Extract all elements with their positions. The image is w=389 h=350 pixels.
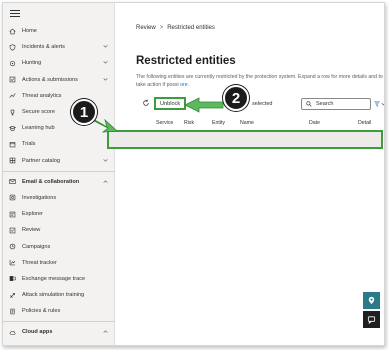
sidebar-item-actions[interactable]: Actions & submissions <box>3 72 115 88</box>
sidebar-item-incidents[interactable]: Incidents & alerts <box>3 39 115 55</box>
attack-sim-icon <box>9 292 16 299</box>
sidebar-item-label: Home <box>22 28 37 35</box>
table-row-highlighted[interactable] <box>107 130 383 149</box>
sidebar-item-label: Exchange message trace <box>22 275 86 282</box>
main-content: Review > Restricted entities Restricted … <box>116 3 385 345</box>
column-header-entity[interactable]: Entity <box>212 120 225 126</box>
sidebar-item-investigations[interactable]: Investigations <box>3 190 115 206</box>
sidebar-item-label: Explorer <box>22 211 43 218</box>
app-frame: Home Incidents & alerts Hunting Actions … <box>2 2 385 346</box>
divider <box>3 170 115 172</box>
search-input[interactable]: Search <box>301 98 371 110</box>
partner-icon <box>9 157 16 164</box>
annotation-badge-1: 1 <box>71 99 97 125</box>
sidebar-item-label: Email & collaboration <box>22 178 80 185</box>
policies-icon <box>9 308 16 315</box>
home-icon <box>9 28 16 35</box>
sidebar-item-label: Policies & rules <box>22 308 61 315</box>
breadcrumb-parent[interactable]: Review <box>136 25 156 31</box>
page-title: Restricted entities <box>136 55 236 67</box>
help-button[interactable] <box>363 292 380 309</box>
learning-icon <box>9 125 16 132</box>
learn-more-link[interactable]: ore. <box>180 82 189 88</box>
sidebar-item-threat-analytics[interactable]: Threat analytics <box>3 88 115 104</box>
sidebar-item-label: Campaigns <box>22 243 51 250</box>
feedback-button[interactable] <box>363 311 380 328</box>
threat-tracker-icon <box>9 259 16 266</box>
chevron-down-icon[interactable] <box>103 158 108 162</box>
sidebar-item-label: Investigations <box>22 194 57 201</box>
hunting-icon <box>9 60 16 67</box>
column-header-name[interactable]: Name <box>240 120 254 126</box>
breadcrumb-current: Restricted entities <box>167 25 215 31</box>
trophy-icon <box>9 109 16 116</box>
sidebar-item-label: Review <box>22 227 41 234</box>
mail-icon <box>9 178 16 185</box>
sidebar-item-hunting[interactable]: Hunting <box>3 55 115 71</box>
sidebar-nav: Home Incidents & alerts Hunting Actions … <box>3 23 115 341</box>
table-header: Service Risk Entity Name Date Detail <box>136 118 384 128</box>
unblock-button[interactable]: Unblock <box>154 97 187 110</box>
cloud-icon <box>9 329 16 336</box>
sidebar-item-label: Trials <box>22 141 36 148</box>
chevron-up-icon[interactable] <box>103 330 108 334</box>
chevron-down-icon[interactable] <box>103 77 108 81</box>
sidebar-item-label: Learning hub <box>22 125 55 132</box>
review-icon <box>9 227 16 234</box>
sidebar-item-label: Actions & submissions <box>22 76 78 83</box>
trials-icon <box>9 141 16 148</box>
campaigns-icon <box>9 243 16 250</box>
column-header-date[interactable]: Date <box>309 120 320 126</box>
column-header-risk[interactable]: Risk <box>184 120 194 126</box>
column-header-detail[interactable]: Detail <box>358 120 371 126</box>
sidebar-item-label: Cloud apps <box>22 329 53 336</box>
sidebar-item-label: Threat tracker <box>22 259 57 266</box>
sidebar-item-explorer[interactable]: Explorer <box>3 206 115 222</box>
toolbar: Unblock selected Search <box>136 95 385 113</box>
shield-alert-icon <box>9 44 16 51</box>
sidebar-item-campaigns[interactable]: Campaigns <box>3 238 115 254</box>
chevron-down-icon[interactable] <box>103 45 108 48</box>
chat-icon <box>367 316 376 324</box>
sidebar-item-label: Partner catalog <box>22 157 60 164</box>
sidebar-item-label: Hunting <box>22 60 42 67</box>
chevron-up-icon[interactable] <box>103 180 108 183</box>
location-pin-icon <box>368 296 375 305</box>
sidebar-section-cloud-apps[interactable]: Cloud apps <box>3 324 115 340</box>
sidebar-item-exchange-trace[interactable]: Exchange message trace <box>3 271 115 287</box>
column-header-service[interactable]: Service <box>156 120 173 126</box>
sidebar-item-label: Threat analytics <box>22 92 62 99</box>
search-icon <box>306 101 312 107</box>
threat-analytics-icon <box>9 92 16 99</box>
sidebar-item-threat-tracker[interactable]: Threat tracker <box>3 255 115 271</box>
investigations-icon <box>9 194 16 201</box>
search-placeholder: Search <box>316 101 334 107</box>
sidebar-section-email-collab[interactable]: Email & collaboration <box>3 174 115 190</box>
refresh-icon[interactable] <box>142 99 150 107</box>
breadcrumb: Review > Restricted entities <box>136 25 215 31</box>
breadcrumb-separator: > <box>159 25 164 31</box>
actions-icon <box>9 76 16 83</box>
annotation-arrow-2 <box>184 97 224 113</box>
sidebar-item-label: Attack simulation training <box>22 292 85 299</box>
sidebar-item-attack-simulation[interactable]: Attack simulation training <box>3 287 115 303</box>
explorer-icon <box>9 211 16 218</box>
description-text: The following entities are currently res… <box>136 74 383 88</box>
exchange-icon <box>9 275 16 282</box>
hamburger-menu-icon[interactable] <box>10 10 20 18</box>
chevron-down-icon[interactable] <box>103 61 108 65</box>
sidebar-item-policies[interactable]: Policies & rules <box>3 303 115 319</box>
sidebar-item-label: Secure score <box>22 109 55 116</box>
sidebar-item-partner-catalog[interactable]: Partner catalog <box>3 153 115 169</box>
annotation-badge-2: 2 <box>223 85 249 111</box>
sidebar-item-review[interactable]: Review <box>3 222 115 238</box>
divider <box>3 321 115 323</box>
sidebar-item-trials[interactable]: Trials <box>3 136 115 152</box>
page-description: The following entities are currently res… <box>136 74 384 89</box>
sidebar-item-label: Incidents & alerts <box>22 44 65 51</box>
filter-icon[interactable] <box>374 100 385 108</box>
sidebar-item-home[interactable]: Home <box>3 23 115 39</box>
sidebar: Home Incidents & alerts Hunting Actions … <box>3 3 115 345</box>
selected-count: selected <box>252 101 273 107</box>
